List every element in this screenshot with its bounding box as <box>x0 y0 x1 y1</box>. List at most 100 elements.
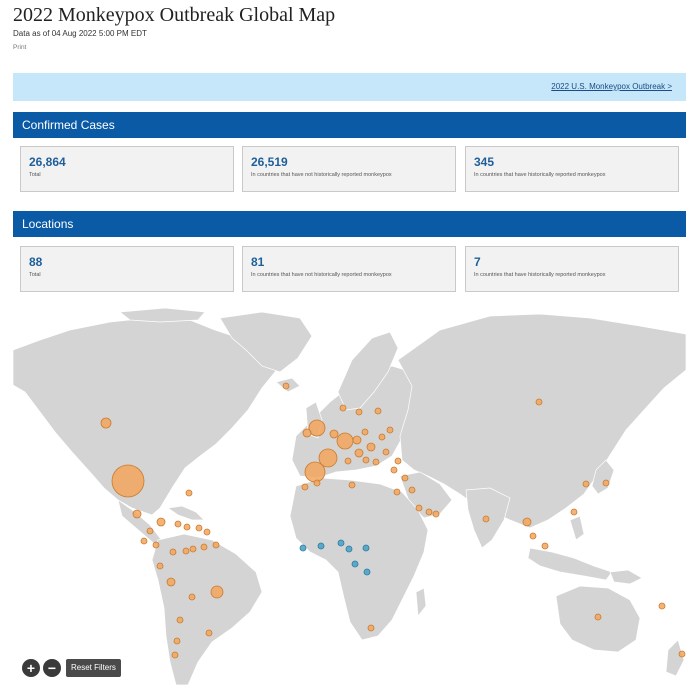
confirmed-non-historical-card: 26,519 In countries that have not histor… <box>242 146 456 192</box>
case-bubble[interactable] <box>522 517 532 527</box>
case-bubble[interactable] <box>352 435 362 445</box>
case-bubble[interactable] <box>339 404 347 412</box>
case-bubble[interactable] <box>166 577 176 587</box>
case-bubble[interactable] <box>570 508 578 516</box>
case-bubble[interactable] <box>156 517 166 527</box>
case-bubble[interactable] <box>378 433 386 441</box>
case-bubble[interactable] <box>361 428 369 436</box>
case-bubble[interactable] <box>432 510 440 518</box>
case-bubble[interactable] <box>408 486 416 494</box>
zoom-in-button[interactable]: + <box>22 659 40 677</box>
case-bubble[interactable] <box>205 629 213 637</box>
world-map[interactable] <box>13 308 686 685</box>
case-bubble[interactable] <box>415 504 423 512</box>
case-bubble[interactable] <box>183 523 191 531</box>
case-bubble[interactable] <box>529 532 537 540</box>
case-bubble[interactable] <box>386 426 394 434</box>
historical-case-bubble[interactable] <box>363 568 371 576</box>
case-bubble[interactable] <box>195 524 203 532</box>
case-bubble[interactable] <box>401 474 409 482</box>
case-bubble[interactable] <box>394 457 402 465</box>
confirmed-cases-header: Confirmed Cases <box>13 112 686 138</box>
case-bubble[interactable] <box>210 585 224 599</box>
case-bubble[interactable] <box>182 547 190 555</box>
case-bubble[interactable] <box>362 456 370 464</box>
case-bubble[interactable] <box>678 650 686 658</box>
confirmed-cases-title: Confirmed Cases <box>22 118 115 132</box>
historical-case-bubble[interactable] <box>317 542 325 550</box>
case-bubble[interactable] <box>658 602 666 610</box>
print-link[interactable]: Print <box>13 44 26 51</box>
new-zealand-land[interactable] <box>665 639 685 677</box>
caribbean-land[interactable] <box>167 505 205 521</box>
case-bubble[interactable] <box>374 407 382 415</box>
case-bubble[interactable] <box>302 428 312 438</box>
case-bubble[interactable] <box>541 542 549 550</box>
case-bubble[interactable] <box>355 408 363 416</box>
case-bubble[interactable] <box>336 432 354 450</box>
historical-case-bubble[interactable] <box>299 544 307 552</box>
case-bubble[interactable] <box>304 461 326 483</box>
case-bubble[interactable] <box>535 398 543 406</box>
south-america-land[interactable] <box>151 533 263 685</box>
locations-total-caption: Total <box>29 272 41 278</box>
arctic-islands-land[interactable] <box>119 308 206 323</box>
case-bubble[interactable] <box>169 548 177 556</box>
confirmed-total-card: 26,864 Total <box>20 146 234 192</box>
case-bubble[interactable] <box>301 483 309 491</box>
case-bubble[interactable] <box>200 543 208 551</box>
case-bubble[interactable] <box>482 515 490 523</box>
historical-case-bubble[interactable] <box>351 560 359 568</box>
historical-case-bubble[interactable] <box>362 544 370 552</box>
case-bubble[interactable] <box>425 508 433 516</box>
case-bubble[interactable] <box>185 489 193 497</box>
case-bubble[interactable] <box>174 520 182 528</box>
case-bubble[interactable] <box>372 458 380 466</box>
case-bubble[interactable] <box>354 448 364 458</box>
case-bubble[interactable] <box>140 537 148 545</box>
philippines-land[interactable] <box>569 515 585 541</box>
case-bubble[interactable] <box>152 541 160 549</box>
case-bubble[interactable] <box>111 464 145 498</box>
case-bubble[interactable] <box>308 419 326 437</box>
case-bubble[interactable] <box>313 479 321 487</box>
locations-historical-value: 7 <box>474 255 481 269</box>
case-bubble[interactable] <box>329 429 339 439</box>
page-title: 2022 Monkeypox Outbreak Global Map <box>13 4 336 26</box>
case-bubble[interactable] <box>156 562 164 570</box>
confirmed-total-caption: Total <box>29 172 41 178</box>
case-bubble[interactable] <box>366 442 376 452</box>
case-bubble[interactable] <box>176 616 184 624</box>
case-bubble[interactable] <box>173 637 181 645</box>
madagascar-land[interactable] <box>415 587 427 617</box>
case-bubble[interactable] <box>189 545 197 553</box>
case-bubble[interactable] <box>203 528 211 536</box>
southeast-asia-islands-land[interactable] <box>527 547 613 581</box>
confirmed-historical-card: 345 In countries that have historically … <box>465 146 679 192</box>
confirmed-historical-value: 345 <box>474 155 495 169</box>
reset-filters-button[interactable]: Reset Filters <box>66 659 121 677</box>
case-bubble[interactable] <box>582 480 590 488</box>
case-bubble[interactable] <box>171 651 179 659</box>
case-bubble[interactable] <box>367 624 375 632</box>
case-bubble[interactable] <box>188 593 196 601</box>
case-bubble[interactable] <box>212 541 220 549</box>
case-bubble[interactable] <box>594 613 602 621</box>
case-bubble[interactable] <box>282 382 290 390</box>
locations-historical-caption: In countries that have historically repo… <box>474 272 606 278</box>
historical-case-bubble[interactable] <box>337 539 345 547</box>
case-bubble[interactable] <box>382 448 390 456</box>
case-bubble[interactable] <box>393 488 401 496</box>
africa-land[interactable] <box>289 477 429 641</box>
case-bubble[interactable] <box>348 481 356 489</box>
case-bubble[interactable] <box>344 457 352 465</box>
zoom-out-button[interactable]: − <box>43 659 61 677</box>
new-guinea-land[interactable] <box>609 569 643 585</box>
case-bubble[interactable] <box>390 466 398 474</box>
case-bubble[interactable] <box>602 479 610 487</box>
case-bubble[interactable] <box>132 509 142 519</box>
case-bubble[interactable] <box>146 527 154 535</box>
case-bubble[interactable] <box>100 417 112 429</box>
us-outbreak-link[interactable]: 2022 U.S. Monkeypox Outbreak > <box>551 82 672 91</box>
historical-case-bubble[interactable] <box>345 545 353 553</box>
